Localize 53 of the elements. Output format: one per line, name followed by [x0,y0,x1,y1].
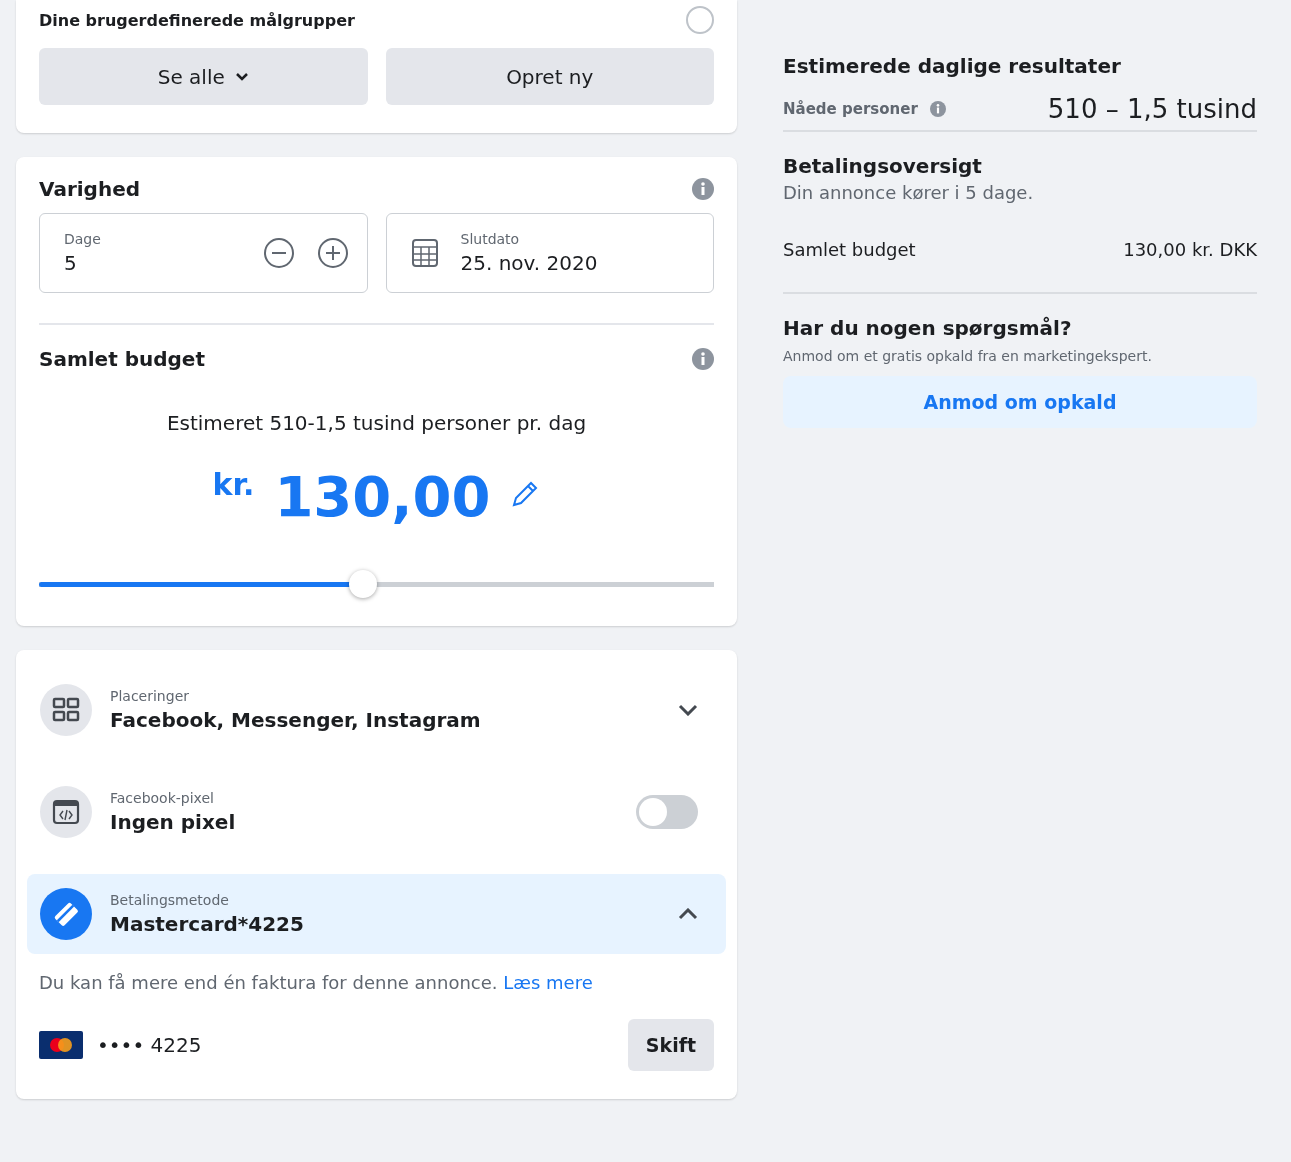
reach-estimate: Estimeret 510-1,5 tusind personer pr. dag [166,411,587,435]
mastercard-icon [39,1031,83,1060]
radio-button[interactable] [686,6,714,34]
help-title: Har du nogen spørgsmål? [783,316,1073,340]
summary-subtitle: Din annonce kører i 5 dage. [783,182,1035,203]
invoice-note: Du kan få mere end én faktura for denne annonce. Læs mere [39,972,594,994]
reach-label: Nåede personer [783,100,918,118]
section-title: Varighed [39,177,141,201]
currency-label: kr. [212,467,255,502]
setting-value: Mastercard*4225 [110,912,305,937]
budget-amount: 130,00 [274,463,491,531]
calendar-icon [410,238,439,268]
toggle-switch[interactable] [636,795,698,830]
card-number: •••• 4225 [97,1033,203,1058]
chevron-down-icon[interactable] [678,704,698,717]
setting-value: Ingen pixel [110,810,237,835]
code-window-icon [40,786,92,839]
budget-label: Samlet budget [783,239,916,260]
setting-label: Facebook-pixel [110,790,215,807]
chevron-up-icon[interactable] [678,908,698,921]
card-icon [40,888,92,941]
end-date-field[interactable]: Slutdato 25. nov. 2020 [385,213,714,293]
grid-icon [40,684,92,737]
plus-icon[interactable] [316,237,349,269]
info-icon[interactable] [692,348,714,370]
section-title: Samlet budget [39,347,205,371]
field-label: Slutdato [460,231,521,247]
slider-thumb[interactable] [349,570,377,599]
setting-label: Betalingsmetode [110,892,230,909]
setting-row[interactable]: Facebook-pixel Ingen pixel [27,772,726,853]
setting-label: Placeringer [110,688,190,705]
info-icon[interactable] [929,101,946,117]
setting-value: Facebook, Messenger, Instagram [110,708,482,733]
field-value: 5 [64,251,78,275]
field-label: Dage [64,231,102,247]
summary-title: Betalingsoversigt [783,154,983,178]
audience-option-label: Dine brugerdefinerede målgrupper [39,10,355,30]
budget-value: 130,00 kr. DKK [1123,239,1257,260]
results-title: Estimerede daglige resultater [783,54,1122,78]
days-field[interactable]: Dage 5 [39,213,368,293]
reach-value: 510 – 1,5 tusind [1047,94,1257,124]
change-button[interactable]: Skift [627,1019,714,1072]
caret-icon [234,72,249,81]
request-call-button[interactable]: Anmod om opkald [783,376,1257,428]
create-button[interactable]: Opret ny [385,48,714,105]
field-value: 25. nov. 2020 [460,251,599,275]
read-more-link[interactable]: Læs mere [503,972,593,994]
info-icon[interactable] [692,178,714,200]
minus-icon[interactable] [262,237,295,269]
help-text: Anmod om et gratis opkald fra en marketingekspert. [783,348,1153,364]
see-all-button[interactable]: Se alle [39,48,368,105]
payment-method-row[interactable]: Betalingsmetode Mastercard*4225 [27,874,726,955]
setting-row[interactable]: Placeringer Facebook, Messenger, Instagram [27,670,726,751]
